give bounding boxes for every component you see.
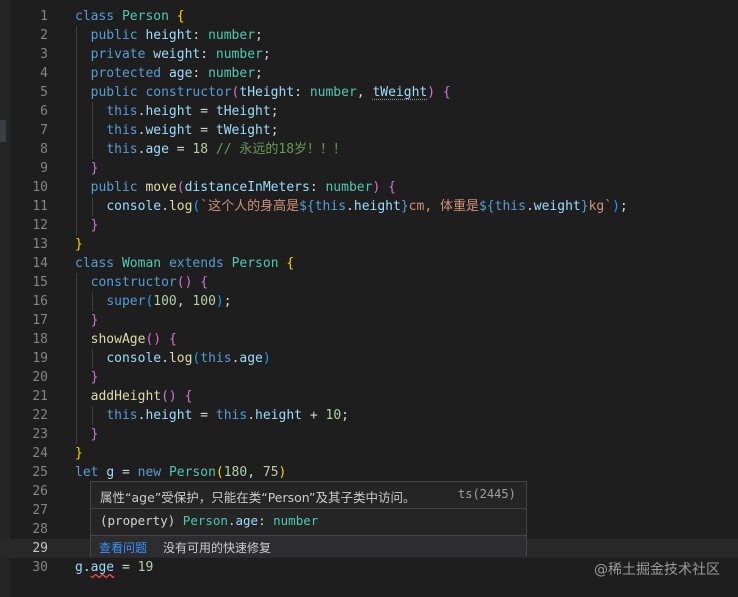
code-text: g.age = 19	[75, 560, 154, 575]
code-line[interactable]: 20 }	[0, 368, 738, 387]
line-number: 1	[40, 9, 48, 24]
code-text: this.age = 18 // 永远的18岁！！！	[106, 142, 347, 157]
code-line[interactable]: 3 private weight: number;	[0, 45, 738, 64]
code-line[interactable]: 7 this.weight = tWeight;	[0, 121, 738, 140]
code-text: this.height = this.height + 10;	[106, 408, 349, 423]
code-line[interactable]: 1 class Person {	[0, 7, 738, 26]
code-text: }	[75, 237, 83, 252]
line-number: 10	[32, 180, 48, 195]
view-problem-link[interactable]: 查看问题	[99, 539, 147, 556]
line-number: 15	[32, 275, 48, 290]
line-number: 20	[32, 370, 48, 385]
code-text: addHeight() {	[90, 389, 193, 404]
code-text: }	[75, 446, 83, 461]
code-line[interactable]: 25 let g = new Person(180, 75)	[0, 463, 738, 482]
line-number: 21	[32, 389, 48, 404]
code-line[interactable]: 2 public height: number;	[0, 26, 738, 45]
hover-actions-bar: 查看问题 没有可用的快速修复	[91, 535, 526, 557]
code-line[interactable]: 14 class Woman extends Person {	[0, 254, 738, 273]
line-number: 28	[32, 522, 48, 537]
line-number: 8	[40, 142, 48, 157]
line-number: 29	[32, 541, 48, 556]
code-text: }	[90, 313, 99, 328]
code-text: this.weight = tWeight;	[106, 123, 279, 138]
error-squiggle[interactable]: age	[91, 560, 114, 575]
no-quick-fix-label: 没有可用的快速修复	[163, 541, 272, 555]
type-signature: (property) Person.age: number	[100, 513, 319, 528]
code-text: }	[90, 370, 99, 385]
hover-tooltip: 属性“age”受保护，只能在类“Person”及其子类中访问。 ts(2445)…	[90, 481, 527, 557]
code-line[interactable]: 9 }	[0, 159, 738, 178]
code-line[interactable]: 6 this.height = tHeight;	[0, 102, 738, 121]
line-number: 24	[32, 446, 48, 461]
code-line[interactable]: 18 showAge() {	[0, 330, 738, 349]
code-text: console.log(this.age)	[106, 351, 271, 366]
line-number: 5	[40, 85, 48, 100]
line-number: 7	[40, 123, 48, 138]
code-text: showAge() {	[90, 332, 177, 347]
line-number: 9	[40, 161, 48, 176]
code-text: class Person {	[75, 9, 185, 24]
code-text: public constructor(tHeight: number, tWei…	[90, 85, 451, 100]
watermark: @稀土掘金技术社区	[594, 562, 720, 578]
code-text: class Woman extends Person {	[75, 256, 295, 271]
line-number: 13	[32, 237, 48, 252]
code-text: public move(distanceInMeters: number) {	[90, 180, 396, 195]
line-number: 23	[32, 427, 48, 442]
line-number: 26	[32, 484, 48, 499]
line-number: 11	[32, 199, 48, 214]
code-line[interactable]: 12 }	[0, 216, 738, 235]
code-editor[interactable]: 1 class Person { 2 public height: number;…	[0, 0, 738, 597]
code-line[interactable]: 8 this.age = 18 // 永远的18岁！！！	[0, 140, 738, 159]
code-line[interactable]: 19 console.log(this.age)	[0, 349, 738, 368]
line-number: 6	[40, 104, 48, 119]
line-number: 25	[32, 465, 48, 480]
code-text: }	[90, 427, 99, 442]
line-number: 2	[40, 28, 48, 43]
line-number: 16	[32, 294, 48, 309]
line-number: 14	[32, 256, 48, 271]
line-number: 22	[32, 408, 48, 423]
code-text: protected age: number;	[90, 66, 263, 81]
code-text: super(100, 100);	[106, 294, 232, 309]
code-text: this.height = tHeight;	[106, 104, 279, 119]
code-text: private weight: number;	[90, 47, 271, 62]
line-number: 18	[32, 332, 48, 347]
code-line[interactable]: 21 addHeight() {	[0, 387, 738, 406]
code-line[interactable]: 11 console.log(`这个人的身高是${this.height}cm,…	[0, 197, 738, 216]
code-line[interactable]: 17 }	[0, 311, 738, 330]
error-code: ts(2445)	[458, 487, 516, 501]
code-text: let g = new Person(180, 75)	[75, 465, 287, 480]
code-line[interactable]: 15 constructor() {	[0, 273, 738, 292]
line-number: 17	[32, 313, 48, 328]
code-text: public height: number;	[90, 28, 263, 43]
line-number: 3	[40, 47, 48, 62]
divider	[91, 508, 526, 509]
line-number: 19	[32, 351, 48, 366]
code-line[interactable]: 13}	[0, 235, 738, 254]
code-line[interactable]: 5 public constructor(tHeight: number, tW…	[0, 83, 738, 102]
code-text: console.log(`这个人的身高是${this.height}cm, 体重…	[106, 199, 628, 214]
code-line[interactable]: 10 public move(distanceInMeters: number)…	[0, 178, 738, 197]
code-text: constructor() {	[90, 275, 209, 290]
code-text: }	[90, 218, 99, 233]
code-line[interactable]: 22 this.height = this.height + 10;	[0, 406, 738, 425]
code-line[interactable]: 4 protected age: number;	[0, 64, 738, 83]
code-line[interactable]: 16 super(100, 100);	[0, 292, 738, 311]
line-number: 4	[40, 66, 48, 81]
line-number: 30	[32, 560, 48, 575]
error-message: 属性“age”受保护，只能在类“Person”及其子类中访问。	[100, 490, 416, 505]
line-number: 12	[32, 218, 48, 233]
code-line[interactable]: 24}	[0, 444, 738, 463]
code-text: }	[90, 161, 99, 176]
code-line[interactable]: 23 }	[0, 425, 738, 444]
line-number: 27	[32, 503, 48, 518]
